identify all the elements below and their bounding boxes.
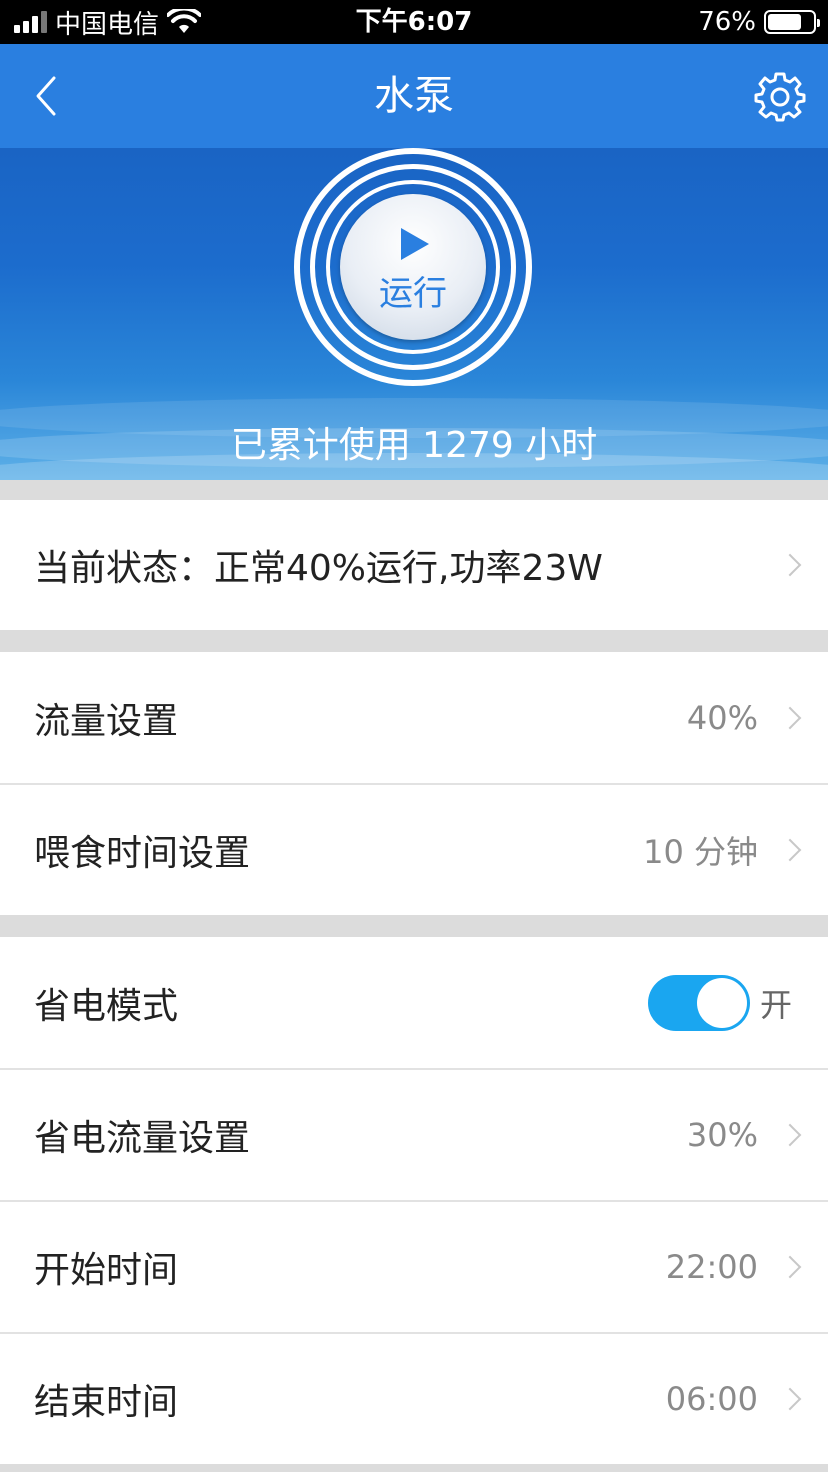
end-time-label: 结束时间	[34, 1382, 179, 1423]
feed-time-value: 10 分钟	[643, 833, 758, 871]
battery-percent: 76%	[698, 7, 756, 37]
battery-fill	[768, 14, 802, 30]
feed-time-row[interactable]: 喂食时间设置 10 分钟	[0, 785, 828, 915]
status-bar: 中国电信 下午6:07 76%	[0, 0, 828, 44]
gear-icon	[754, 72, 806, 122]
power-saving-toggle-text: 开	[760, 985, 793, 1024]
toggle-knob	[697, 978, 747, 1028]
chevron-right-icon	[778, 706, 802, 729]
power-saving-flow-label: 省电流量设置	[34, 1118, 251, 1159]
end-time-row[interactable]: 结束时间 06:00	[0, 1334, 828, 1464]
power-saving-toggle[interactable]	[648, 975, 750, 1031]
power-saving-mode-label: 省电模式	[34, 985, 179, 1027]
page-title: 水泵	[374, 73, 454, 119]
flow-setting-label: 流量设置	[34, 700, 179, 742]
chevron-right-icon	[778, 1387, 802, 1411]
chevron-right-icon	[778, 553, 802, 577]
chevron-right-icon	[778, 1255, 802, 1279]
power-saving-flow-value: 30%	[686, 1116, 758, 1154]
flow-setting-row[interactable]: 流量设置 40%	[0, 652, 828, 783]
start-time-label: 开始时间	[34, 1250, 179, 1291]
nav-bar: 水泵	[0, 44, 828, 148]
battery-icon	[764, 10, 820, 34]
run-button[interactable]: 运行	[340, 194, 486, 340]
battery-group: 76%	[698, 0, 820, 44]
power-saving-mode-row: 省电模式 开	[0, 937, 828, 1068]
current-status-row[interactable]: 当前状态：正常40%运行,功率23W	[0, 500, 828, 630]
run-label: 运行	[379, 274, 447, 314]
feed-time-label: 喂食时间设置	[34, 833, 251, 874]
start-time-row[interactable]: 开始时间 22:00	[0, 1202, 828, 1332]
flow-setting-value: 40%	[686, 698, 758, 737]
end-time-value: 06:00	[665, 1380, 758, 1418]
chevron-right-icon	[778, 1123, 802, 1147]
usage-hours: 已累计使用 1279 小时	[230, 425, 598, 466]
current-status-text: 当前状态：正常40%运行,功率23W	[34, 548, 603, 589]
play-icon	[401, 228, 429, 260]
power-saving-flow-row[interactable]: 省电流量设置 30%	[0, 1070, 828, 1200]
settings-button[interactable]	[754, 70, 806, 122]
chevron-right-icon	[778, 838, 802, 862]
start-time-value: 22:00	[665, 1248, 758, 1286]
